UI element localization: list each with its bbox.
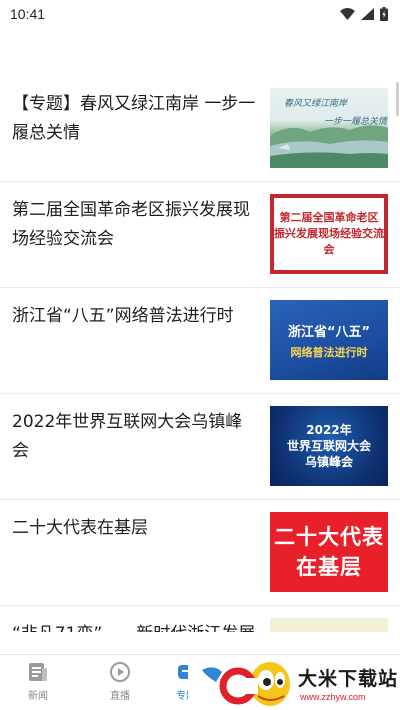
thumb-text: 2022年 bbox=[306, 423, 352, 437]
thumb-text: 在基层 bbox=[296, 555, 362, 579]
thumb-text: 浙江省“八五” bbox=[287, 324, 371, 340]
news-title: 【专题】春风又绿江南岸 一步一履总关情 bbox=[12, 94, 256, 143]
news-title: 2022年世界互联网大会乌镇峰会 bbox=[12, 412, 243, 461]
news-thumbnail: 第二届全国革命老区 振兴发展现场经验交流会 bbox=[270, 194, 388, 274]
status-icons bbox=[340, 7, 388, 21]
watermark: 大米下载站 www.zzhyw.com bbox=[188, 658, 400, 710]
watermark-title: 大米下载站 bbox=[298, 668, 399, 690]
status-bar: 10:41 bbox=[0, 0, 400, 28]
tab-live[interactable]: 直播 bbox=[90, 661, 150, 702]
news-item[interactable]: “非凡71变”——新时代浙江发展 bbox=[0, 606, 400, 632]
news-title: “非凡71变”——新时代浙江发展 bbox=[12, 620, 256, 632]
news-thumbnail: 二十大代表 在基层 bbox=[270, 512, 388, 592]
news-item[interactable]: 浙江省“八五”网络普法进行时 浙江省“八五” 网络普法进行时 bbox=[0, 288, 400, 394]
thumb-text: 振兴发展现场经验交流会 bbox=[274, 227, 384, 256]
tab-label: 直播 bbox=[110, 691, 130, 702]
watermark-logo bbox=[202, 662, 290, 706]
battery-icon bbox=[380, 7, 388, 21]
thumb-text: 春风又绿江南岸 bbox=[284, 99, 348, 109]
news-thumbnail: 浙江省“八五” 网络普法进行时 bbox=[270, 300, 388, 380]
news-icon bbox=[29, 663, 47, 681]
thumb-text: 第二届全国革命老区 bbox=[279, 211, 379, 224]
signal-icon bbox=[361, 8, 374, 20]
play-icon bbox=[110, 662, 130, 682]
news-title: 浙江省“八五”网络普法进行时 bbox=[12, 306, 234, 326]
wifi-icon bbox=[340, 8, 355, 20]
news-title: 第二届全国革命老区振兴发展现场经验交流会 bbox=[12, 200, 250, 249]
watermark-url: www.zzhyw.com bbox=[300, 692, 366, 702]
news-thumbnail: 春风又绿江南岸 一步一履总关情 bbox=[270, 88, 388, 168]
thumb-text: 网络普法进行时 bbox=[290, 345, 368, 359]
thumb-text: 一步一履总关情 bbox=[324, 117, 388, 127]
thumb-text: 世界互联网大会 bbox=[286, 439, 371, 453]
status-time: 10:41 bbox=[10, 6, 46, 22]
news-list[interactable]: 【专题】春风又绿江南岸 一步一履总关情 春风又绿江南岸 一步一履总关情 第二届全… bbox=[0, 76, 400, 632]
thumb-text: 乌镇峰会 bbox=[304, 455, 353, 469]
tab-news[interactable]: 新闻 bbox=[8, 661, 68, 702]
news-thumbnail: 2022年 世界互联网大会 乌镇峰会 bbox=[270, 406, 388, 486]
news-item[interactable]: 2022年世界互联网大会乌镇峰会 2022年 世界互联网大会 乌镇峰会 bbox=[0, 394, 400, 500]
thumb-text: 二十大代表 bbox=[274, 525, 384, 549]
tab-label: 新闻 bbox=[28, 691, 48, 702]
news-item[interactable]: 【专题】春风又绿江南岸 一步一履总关情 春风又绿江南岸 一步一履总关情 bbox=[0, 76, 400, 182]
news-item[interactable]: 二十大代表在基层 二十大代表 在基层 bbox=[0, 500, 400, 606]
news-item[interactable]: 第二届全国革命老区振兴发展现场经验交流会 第二届全国革命老区 振兴发展现场经验交… bbox=[0, 182, 400, 288]
news-title: 二十大代表在基层 bbox=[12, 518, 148, 538]
news-thumbnail bbox=[270, 618, 388, 632]
scrollbar[interactable] bbox=[396, 82, 399, 116]
